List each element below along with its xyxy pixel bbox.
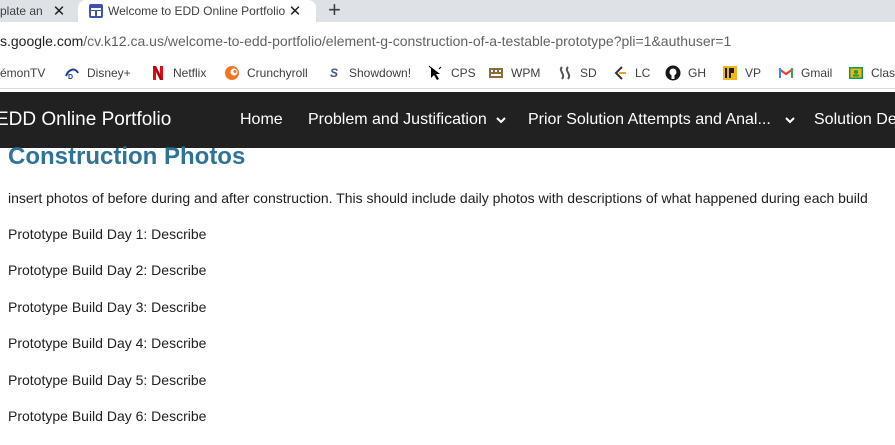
build-day-entry: Prototype Build Day 5: Describe — [8, 372, 207, 388]
browser-tab-inactive[interactable]: plate an ✕ — [0, 0, 72, 22]
intro-paragraph: insert photos of before during and after… — [8, 190, 868, 206]
bookmark-classroom[interactable]: Class — [848, 58, 895, 88]
build-day-entry: Prototype Build Day 3: Describe — [8, 299, 207, 315]
bookmark-crunchyroll[interactable]: Crunchyroll — [224, 58, 308, 88]
chevron-down-icon[interactable] — [494, 113, 508, 127]
bookmark-gh[interactable]: GH — [665, 58, 706, 88]
bookmarks-bar: kémonTV D Disney+ Netflix Crunchyroll S … — [0, 58, 895, 89]
nav-label: Problem and Justification — [308, 111, 487, 128]
nav-prior-solution-attempts[interactable]: Prior Solution Attempts and Anal... — [528, 111, 797, 129]
site-title[interactable]: EDD Online Portfolio — [0, 109, 171, 131]
disney-icon: D — [64, 65, 80, 81]
new-tab-button[interactable]: + — [328, 0, 341, 23]
bookmark-label: Netflix — [173, 66, 207, 80]
browser-tab-active[interactable]: Welcome to EDD Online Portfolio ✕ — [78, 0, 316, 22]
close-tab-icon[interactable]: ✕ — [286, 2, 304, 20]
github-icon — [665, 65, 681, 81]
tab-title: plate an — [0, 4, 43, 18]
browser-tab-strip: plate an ✕ Welcome to EDD Online Portfol… — [0, 0, 895, 22]
sd-icon — [557, 65, 573, 81]
url-host: s.google.com — [0, 33, 84, 49]
bookmark-netflix[interactable]: Netflix — [150, 58, 206, 88]
bookmark-label: GH — [688, 66, 706, 80]
build-day-entry: Prototype Build Day 2: Describe — [8, 262, 207, 278]
nav-home[interactable]: Home — [240, 111, 283, 129]
lc-icon — [612, 65, 628, 81]
bookmark-label: WPM — [511, 66, 541, 80]
url-text[interactable]: s.google.com/cv.k12.ca.us/welcome-to-edd… — [0, 33, 731, 49]
bookmark-label: VP — [745, 66, 762, 80]
site-navbar: EDD Online Portfolio Home Problem and Ju… — [0, 92, 895, 148]
bookmark-label: Disney+ — [87, 66, 131, 80]
bookmark-disney[interactable]: D Disney+ — [64, 58, 131, 88]
bookmark-sd[interactable]: SD — [557, 58, 597, 88]
chevron-down-icon[interactable] — [783, 113, 797, 127]
bookmark-label: Showdown! — [349, 66, 412, 80]
nav-label: Prior Solution Attempts and Anal... — [528, 111, 771, 128]
nav-problem-and-justification[interactable]: Problem and Justification — [308, 111, 508, 129]
bookmark-gmail[interactable]: Gmail — [778, 58, 832, 88]
showdown-icon: S — [329, 66, 338, 80]
svg-text:D: D — [68, 74, 73, 81]
bookmark-label: Gmail — [801, 66, 833, 80]
classroom-icon — [848, 65, 864, 81]
url-path: /cv.k12.ca.us/welcome-to-edd-portfolio/e… — [83, 33, 732, 49]
tab-title: Welcome to EDD Online Portfolio — [108, 4, 286, 18]
cursor-icon — [428, 65, 444, 81]
netflix-icon — [150, 65, 166, 81]
bookmark-cps[interactable]: CPS — [428, 58, 476, 88]
bookmark-label: Crunchyroll — [247, 66, 308, 80]
bookmark-wpm[interactable]: WPM — [488, 58, 540, 88]
bookmark-label: Class — [871, 66, 895, 80]
build-day-entry: Prototype Build Day 4: Describe — [8, 335, 207, 351]
vp-icon — [722, 65, 738, 81]
keyboard-icon — [488, 65, 504, 81]
bookmark-label: LC — [635, 66, 651, 80]
crunchyroll-icon — [224, 65, 240, 81]
bookmark-label: SD — [580, 66, 597, 80]
bookmark-lc[interactable]: LC — [612, 58, 650, 88]
build-day-entry: Prototype Build Day 1: Describe — [8, 226, 207, 242]
build-day-entry: Prototype Build Day 6: Describe — [8, 408, 207, 424]
bookmark-label: kémonTV — [0, 66, 46, 80]
bookmark-pokemontv[interactable]: kémonTV — [0, 58, 45, 88]
address-bar[interactable]: s.google.com/cv.k12.ca.us/welcome-to-edd… — [0, 22, 895, 58]
bookmark-label: CPS — [451, 66, 476, 80]
nav-label: Home — [240, 111, 283, 128]
nav-solution-design[interactable]: Solution Des — [814, 111, 895, 129]
bookmark-vp[interactable]: VP — [722, 58, 761, 88]
page-heading: Construction Photos — [8, 143, 246, 170]
close-tab-icon[interactable]: ✕ — [50, 2, 68, 20]
bookmark-showdown[interactable]: S Showdown! — [326, 58, 411, 88]
nav-label: Solution Des — [814, 111, 895, 128]
gmail-icon — [778, 65, 794, 81]
google-sites-icon — [88, 3, 104, 19]
